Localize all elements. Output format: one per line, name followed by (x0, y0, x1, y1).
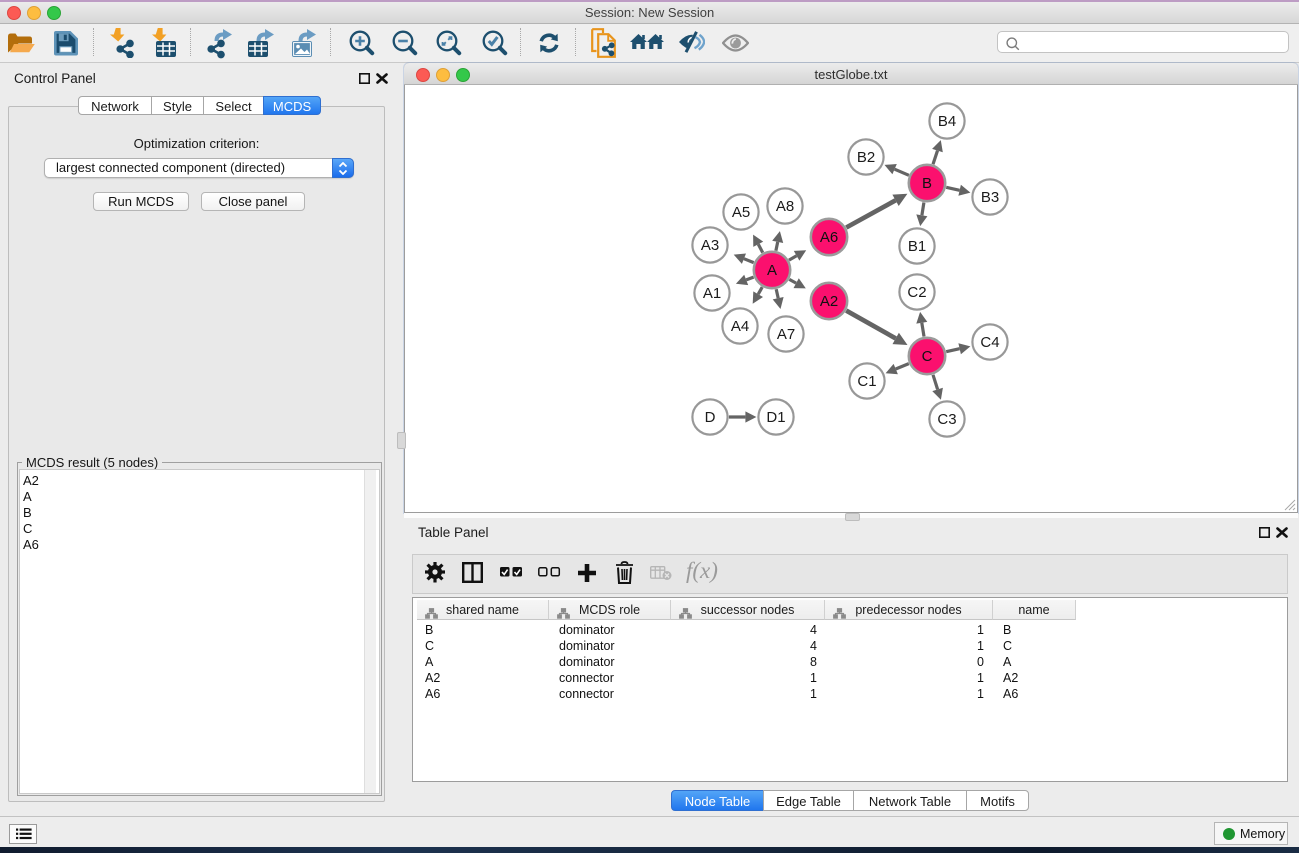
svg-text:C2: C2 (907, 284, 926, 301)
svg-text:B4: B4 (938, 113, 956, 130)
svg-text:C3: C3 (937, 411, 956, 428)
svg-text:A3: A3 (701, 237, 719, 254)
svg-text:A2: A2 (820, 293, 838, 310)
svg-text:A8: A8 (776, 198, 794, 215)
svg-text:A6: A6 (820, 229, 838, 246)
svg-text:A7: A7 (777, 326, 795, 343)
svg-text:B1: B1 (908, 238, 926, 255)
svg-text:C4: C4 (980, 334, 999, 351)
svg-text:A4: A4 (731, 318, 749, 335)
svg-text:B2: B2 (857, 149, 875, 166)
svg-text:D: D (705, 409, 716, 426)
svg-text:C: C (922, 348, 933, 365)
svg-text:D1: D1 (766, 409, 785, 426)
svg-text:A: A (767, 262, 777, 279)
svg-text:A1: A1 (703, 285, 721, 302)
svg-text:A5: A5 (732, 204, 750, 221)
svg-text:B: B (922, 175, 932, 192)
svg-text:C1: C1 (857, 373, 876, 390)
svg-text:B3: B3 (981, 189, 999, 206)
